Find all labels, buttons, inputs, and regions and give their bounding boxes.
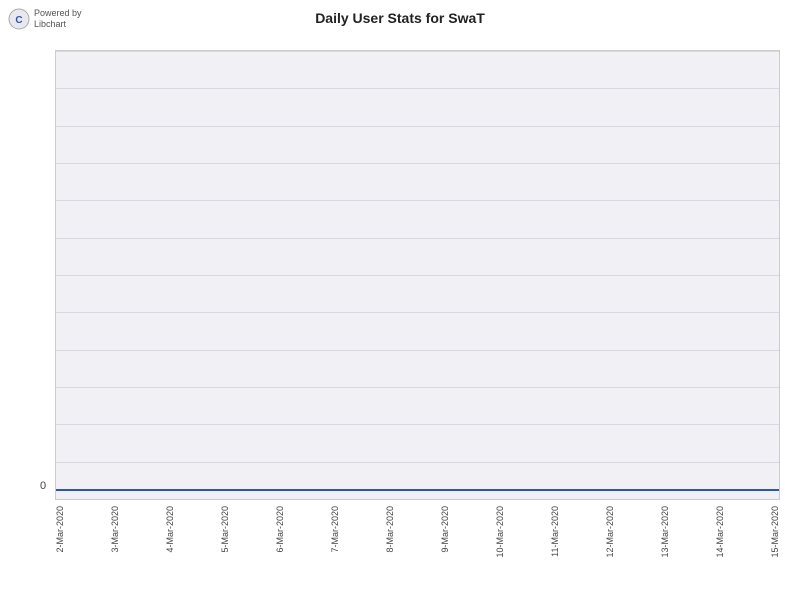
x-axis-labels: 2-Mar-2020 3-Mar-2020 4-Mar-2020 5-Mar-2020… (55, 500, 780, 595)
grid-line (56, 387, 779, 388)
grid-line (56, 424, 779, 425)
grid-line (56, 51, 779, 52)
x-axis-label: 13-Mar-2020 (660, 506, 670, 558)
chart-container: C Powered by Libchart Daily User Stats f… (0, 0, 800, 600)
x-axis-label: 11-Mar-2020 (550, 506, 560, 557)
grid-line (56, 88, 779, 89)
x-axis-label: 4-Mar-2020 (165, 506, 175, 553)
x-axis-label: 14-Mar-2020 (715, 506, 725, 558)
y-axis-zero-label: 0 (40, 480, 46, 492)
grid-line (56, 350, 779, 351)
x-axis-label: 7-Mar-2020 (330, 506, 340, 553)
grid-line (56, 126, 779, 127)
x-axis-label: 6-Mar-2020 (275, 506, 285, 553)
grid-lines (56, 51, 779, 499)
x-axis-label: 2-Mar-2020 (55, 506, 65, 553)
x-axis-label: 9-Mar-2020 (440, 506, 450, 553)
grid-line (56, 275, 779, 276)
x-axis-label: 5-Mar-2020 (220, 506, 230, 553)
chart-title: Daily User Stats for SwaT (0, 10, 800, 26)
grid-line (56, 238, 779, 239)
grid-line (56, 462, 779, 463)
x-axis-label: 15-Mar-2020 (770, 506, 780, 558)
x-axis-label: 8-Mar-2020 (385, 506, 395, 553)
x-axis-label: 10-Mar-2020 (495, 506, 505, 558)
x-axis-label: 3-Mar-2020 (110, 506, 120, 553)
grid-line (56, 163, 779, 164)
data-line (56, 489, 779, 491)
x-axis-label: 12-Mar-2020 (605, 506, 615, 558)
chart-plot-area (55, 50, 780, 500)
grid-line (56, 312, 779, 313)
grid-line (56, 200, 779, 201)
